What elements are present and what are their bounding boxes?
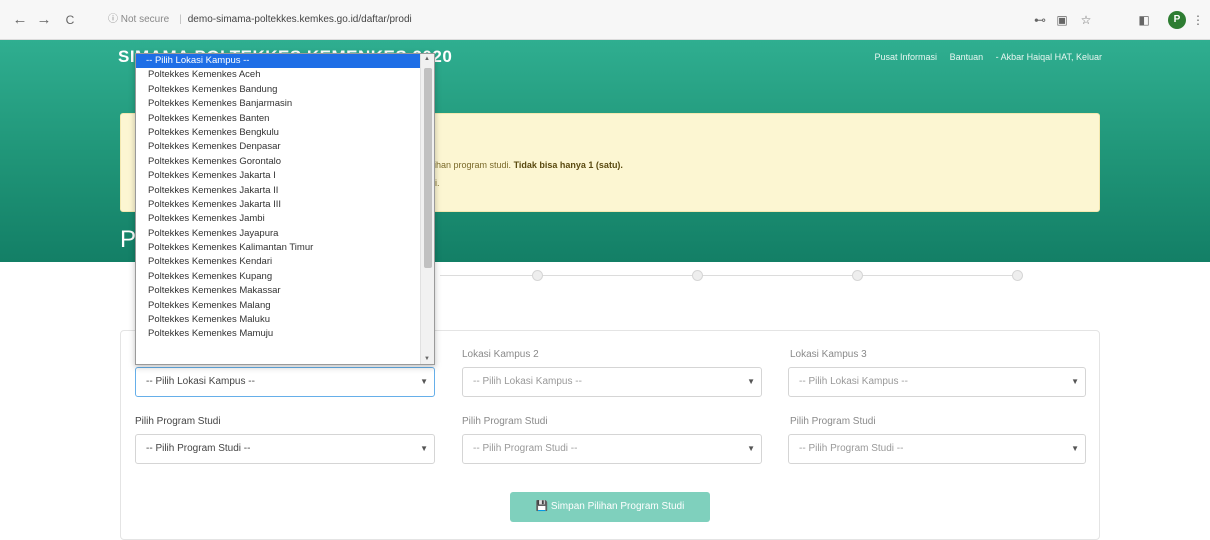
dropdown-option[interactable]: Poltekkes Kemenkes Bengkulu bbox=[136, 126, 421, 140]
reload-icon[interactable]: C bbox=[60, 10, 80, 30]
security-indicator[interactable]: ⓘ Not secure bbox=[108, 14, 169, 25]
program-studi-3-select[interactable]: -- Pilih Program Studi -- ▼ bbox=[788, 434, 1086, 464]
lokasi-kampus-2-label: Lokasi Kampus 2 bbox=[462, 349, 539, 360]
dropdown-option[interactable]: Poltekkes Kemenkes Denpasar bbox=[136, 140, 421, 154]
program-studi-2-select[interactable]: -- Pilih Program Studi -- ▼ bbox=[462, 434, 762, 464]
browser-menu-icon[interactable]: ⋮ bbox=[1190, 12, 1206, 28]
dropdown-option[interactable]: Poltekkes Kemenkes Kalimantan Timur bbox=[136, 241, 421, 255]
step-dot-4 bbox=[852, 270, 863, 281]
program-studi-1-value: -- Pilih Program Studi -- bbox=[146, 443, 251, 454]
extension-icon[interactable]: ◧ bbox=[1136, 12, 1152, 28]
program-studi-3-value: -- Pilih Program Studi -- bbox=[799, 443, 904, 454]
program-studi-1-label: Pilih Program Studi bbox=[135, 416, 221, 427]
alert-line1-text: ilihan program studi. bbox=[430, 160, 512, 170]
dropdown-option[interactable]: Poltekkes Kemenkes Jakarta II bbox=[136, 184, 421, 198]
url-text: demo-simama-poltekkes.kemkes.go.id/dafta… bbox=[187, 14, 412, 25]
lokasi-kampus-1-select[interactable]: -- Pilih Lokasi Kampus -- ▼ bbox=[135, 367, 435, 397]
program-studi-2-value: -- Pilih Program Studi -- bbox=[473, 443, 578, 454]
dropdown-option[interactable]: Poltekkes Kemenkes Banten bbox=[136, 112, 421, 126]
lokasi-kampus-2-value: -- Pilih Lokasi Kampus -- bbox=[473, 376, 582, 387]
step-dot-2 bbox=[532, 270, 543, 281]
chevron-down-icon: ▼ bbox=[420, 377, 428, 386]
address-separator: | bbox=[179, 14, 182, 25]
dropdown-option[interactable]: Poltekkes Kemenkes Jakarta I bbox=[136, 169, 421, 183]
dropdown-option[interactable]: Poltekkes Kemenkes Malang bbox=[136, 299, 421, 313]
profile-avatar[interactable]: P bbox=[1168, 11, 1186, 29]
dropdown-option[interactable]: Poltekkes Kemenkes Mamuju bbox=[136, 327, 421, 341]
translate-icon[interactable]: ▣ bbox=[1054, 12, 1070, 28]
chevron-down-icon: ▼ bbox=[747, 444, 755, 453]
lokasi-kampus-1-value: -- Pilih Lokasi Kampus -- bbox=[146, 376, 255, 387]
dropdown-option[interactable]: Poltekkes Kemenkes Jakarta III bbox=[136, 198, 421, 212]
program-studi-1-select[interactable]: -- Pilih Program Studi -- ▼ bbox=[135, 434, 435, 464]
dropdown-scrollbar[interactable]: ▲ ▼ bbox=[420, 54, 434, 364]
save-icon: 💾 bbox=[535, 501, 549, 512]
key-icon[interactable]: ⊷ bbox=[1032, 12, 1048, 28]
forward-icon[interactable]: → bbox=[34, 10, 54, 30]
chevron-down-icon: ▼ bbox=[747, 377, 755, 386]
dropdown-option[interactable]: Poltekkes Kemenkes Banjarmasin bbox=[136, 97, 421, 111]
page-title: P bbox=[120, 226, 137, 253]
lokasi-kampus-3-value: -- Pilih Lokasi Kampus -- bbox=[799, 376, 908, 387]
dropdown-options: -- Pilih Lokasi Kampus -- Poltekkes Keme… bbox=[136, 54, 421, 342]
scroll-down-icon[interactable]: ▼ bbox=[424, 356, 430, 362]
dropdown-option[interactable]: Poltekkes Kemenkes Aceh bbox=[136, 68, 421, 82]
chevron-down-icon: ▼ bbox=[420, 444, 428, 453]
address-bar[interactable]: ⓘ Not secure | demo-simama-poltekkes.kemke… bbox=[108, 9, 1008, 31]
dropdown-option[interactable]: Poltekkes Kemenkes Maluku bbox=[136, 313, 421, 327]
save-button-label: Simpan Pilihan Program Studi bbox=[550, 501, 685, 512]
dropdown-option[interactable]: Poltekkes Kemenkes Jayapura bbox=[136, 227, 421, 241]
step-dot-3 bbox=[692, 270, 703, 281]
save-program-button[interactable]: 💾 Simpan Pilihan Program Studi bbox=[510, 492, 710, 522]
dropdown-option[interactable]: Poltekkes Kemenkes Kendari bbox=[136, 255, 421, 269]
nav-bantuan[interactable]: Bantuan bbox=[950, 52, 984, 62]
top-navigation: Pusat Informasi Bantuan - Akbar Haiqal H… bbox=[865, 52, 1102, 62]
dropdown-option[interactable]: Poltekkes Kemenkes Gorontalo bbox=[136, 155, 421, 169]
browser-toolbar: ← → C ⓘ Not secure | demo-simama-poltekkes… bbox=[0, 0, 1210, 40]
lokasi-kampus-2-select[interactable]: -- Pilih Lokasi Kampus -- ▼ bbox=[462, 367, 762, 397]
nav-user-logout[interactable]: - Akbar Haiqal HAT, Keluar bbox=[996, 52, 1102, 62]
program-studi-3-label: Pilih Program Studi bbox=[790, 416, 876, 427]
alert-message-line1: ilihan program studi. Tidak bisa hanya 1… bbox=[430, 160, 623, 170]
dropdown-option[interactable]: Poltekkes Kemenkes Bandung bbox=[136, 83, 421, 97]
stepper-track bbox=[440, 275, 1020, 276]
dropdown-option[interactable]: Poltekkes Kemenkes Kupang bbox=[136, 270, 421, 284]
nav-pusat-informasi[interactable]: Pusat Informasi bbox=[875, 52, 938, 62]
dropdown-option[interactable]: Poltekkes Kemenkes Jambi bbox=[136, 212, 421, 226]
alert-line1-bold: Tidak bisa hanya 1 (satu). bbox=[513, 160, 623, 170]
program-studi-2-label: Pilih Program Studi bbox=[462, 416, 548, 427]
chevron-down-icon: ▼ bbox=[1071, 377, 1079, 386]
chevron-down-icon: ▼ bbox=[1071, 444, 1079, 453]
lokasi-kampus-3-select[interactable]: -- Pilih Lokasi Kampus -- ▼ bbox=[788, 367, 1086, 397]
step-dot-5 bbox=[1012, 270, 1023, 281]
lokasi-kampus-dropdown-list[interactable]: -- Pilih Lokasi Kampus -- Poltekkes Keme… bbox=[135, 53, 435, 365]
back-icon[interactable]: ← bbox=[10, 10, 30, 30]
lokasi-kampus-3-label: Lokasi Kampus 3 bbox=[790, 349, 867, 360]
dropdown-option[interactable]: Poltekkes Kemenkes Makassar bbox=[136, 284, 421, 298]
scroll-up-icon[interactable]: ▲ bbox=[424, 56, 430, 62]
dropdown-option-selected[interactable]: -- Pilih Lokasi Kampus -- bbox=[136, 54, 421, 69]
bookmark-star-icon[interactable]: ☆ bbox=[1078, 12, 1094, 28]
scrollbar-thumb[interactable] bbox=[424, 68, 432, 268]
